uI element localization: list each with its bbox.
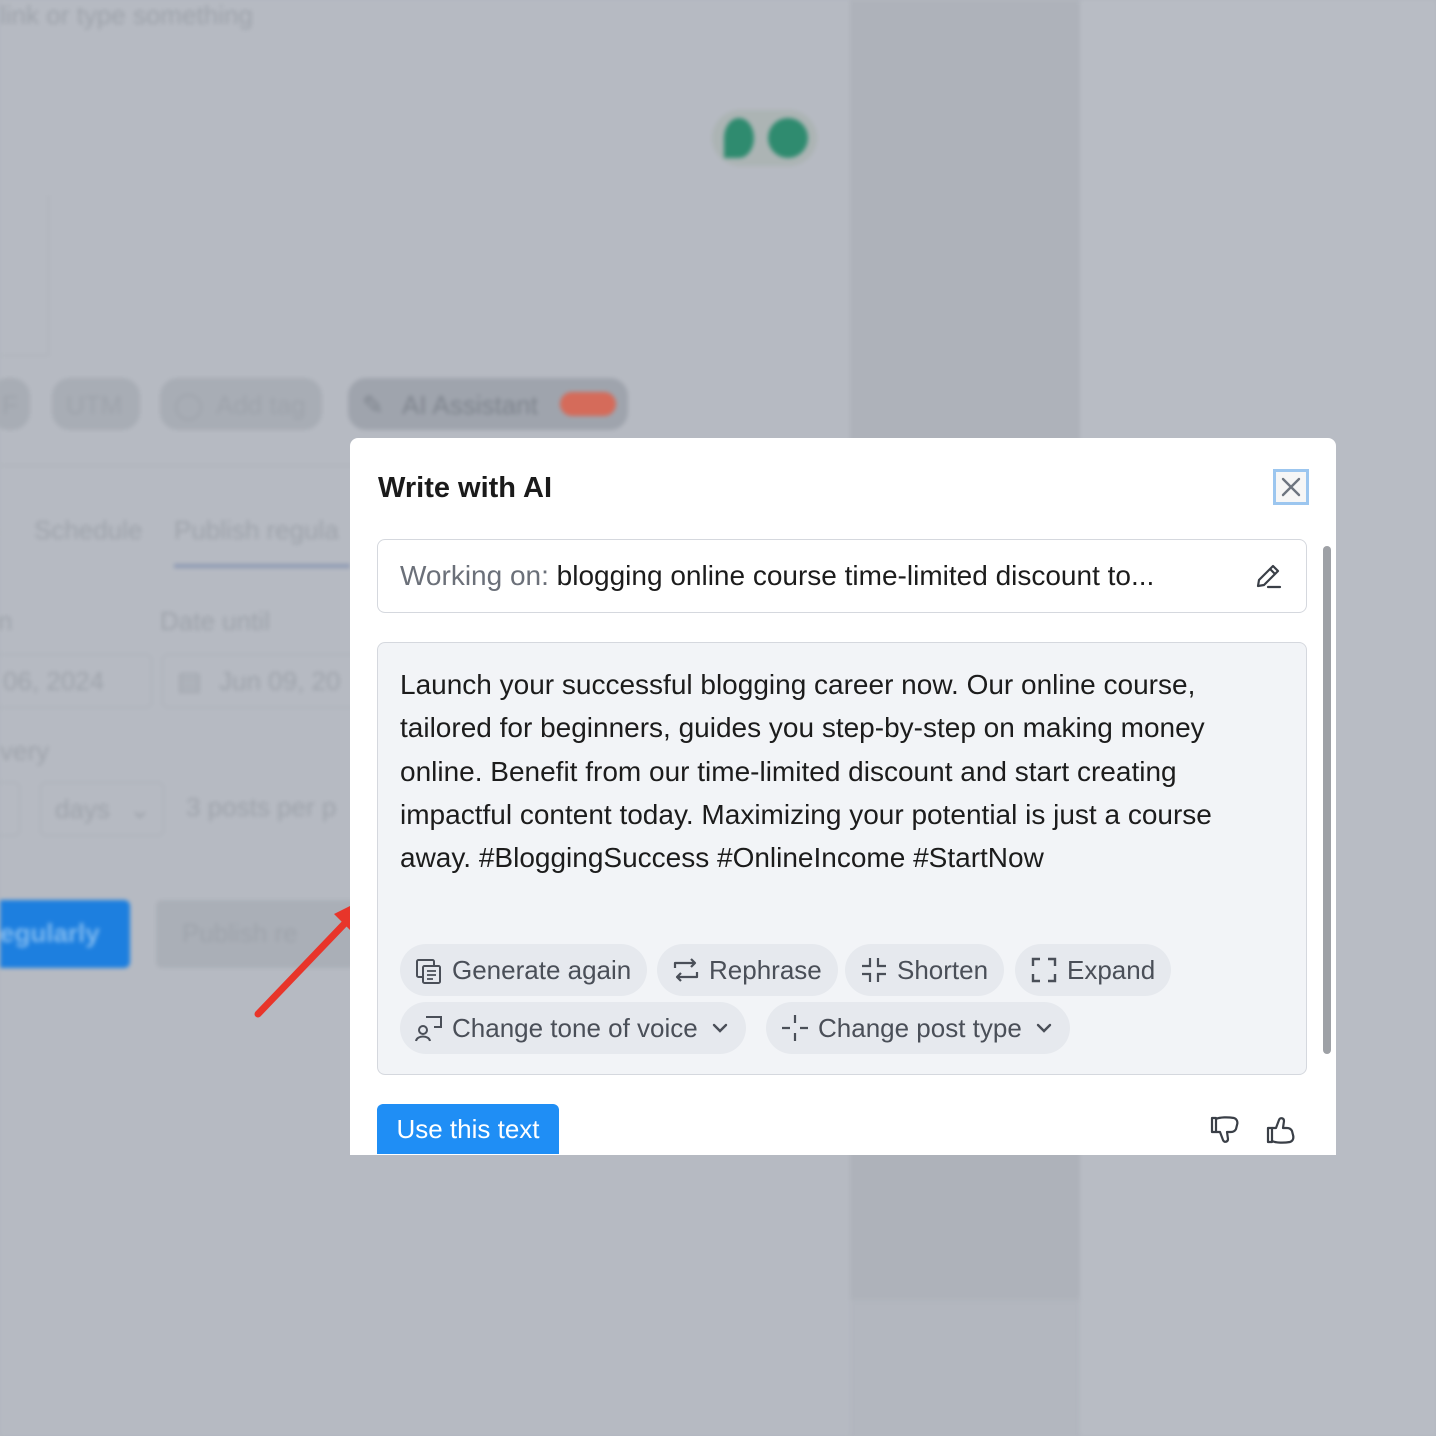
posts-per-text: 3 posts per p xyxy=(186,792,337,822)
working-on-field[interactable]: Working on: blogging online course time-… xyxy=(377,539,1307,613)
date-until-input: ▤ Jun 09, 20 xyxy=(162,654,364,708)
generate-again-button[interactable]: Generate again xyxy=(400,944,648,996)
chevron-down-icon xyxy=(1036,1023,1052,1033)
change-tone-dropdown[interactable]: Change tone of voice xyxy=(400,1002,746,1054)
date-from-label: n xyxy=(0,606,13,636)
thumbs-up-icon[interactable] xyxy=(1264,1113,1298,1147)
pencil-icon[interactable] xyxy=(1252,560,1284,592)
change-post-type-dropdown[interactable]: Change post type xyxy=(766,1002,1070,1054)
interval-unit-select: days ⌄ xyxy=(40,782,164,836)
publish-regularly-button: egularly xyxy=(0,900,130,968)
expand-button[interactable]: Expand xyxy=(1015,944,1172,996)
shorten-icon xyxy=(862,958,886,982)
toolbar-f-chip: F xyxy=(0,378,30,430)
tab-publish-regularly: Publish regula xyxy=(174,515,339,545)
thumbs-down-icon[interactable] xyxy=(1208,1113,1242,1147)
use-this-text-button[interactable]: Use this text xyxy=(377,1104,559,1154)
close-button[interactable] xyxy=(1273,469,1309,505)
write-with-ai-dialog: Write with AI Working on: blogging onlin… xyxy=(350,438,1336,1155)
interval-input xyxy=(0,782,20,836)
beta-badge xyxy=(560,392,616,416)
utm-chip: UTM xyxy=(52,378,140,430)
expand-icon xyxy=(1031,957,1057,983)
expand-label: Expand xyxy=(1067,954,1156,985)
working-on-value: blogging online course time-limited disc… xyxy=(556,560,1155,591)
rephrase-button[interactable]: Rephrase xyxy=(657,944,838,996)
post-input-placeholder: link or type something xyxy=(0,0,253,30)
shorten-button[interactable]: Shorten xyxy=(845,944,1005,996)
tab-schedule: Schedule xyxy=(34,515,143,545)
dialog-title: Write with AI xyxy=(378,472,552,504)
shorten-label: Shorten xyxy=(897,954,989,985)
date-until-label: Date until xyxy=(160,606,270,636)
grammarly-icon xyxy=(768,118,808,158)
working-on-label: Working on: xyxy=(400,560,557,591)
generate-again-label: Generate again xyxy=(452,954,632,985)
rephrase-label: Rephrase xyxy=(709,954,822,985)
extension-icons xyxy=(712,110,817,166)
generated-text: Launch your successful blogging career n… xyxy=(400,669,1212,874)
dialog-scrollbar[interactable] xyxy=(1323,546,1331,1054)
location-pin-icon xyxy=(724,118,754,158)
chevron-down-icon xyxy=(712,1023,727,1033)
generate-icon xyxy=(416,959,441,984)
every-label: very xyxy=(0,736,50,766)
speaker-icon xyxy=(415,1016,442,1042)
active-tab-underline xyxy=(174,564,350,568)
sparkle-icon xyxy=(782,1015,808,1041)
rephrase-icon xyxy=(673,958,699,982)
close-icon xyxy=(1281,477,1301,497)
change-tone-label: Change tone of voice xyxy=(452,1012,698,1043)
add-tag-chip: ◯ Add tag xyxy=(160,378,322,430)
change-post-type-label: Change post type xyxy=(818,1012,1022,1043)
generated-text-box: Launch your successful blogging career n… xyxy=(377,642,1307,1075)
date-from-input: 06, 2024 xyxy=(0,654,152,708)
textarea-border xyxy=(0,195,49,356)
